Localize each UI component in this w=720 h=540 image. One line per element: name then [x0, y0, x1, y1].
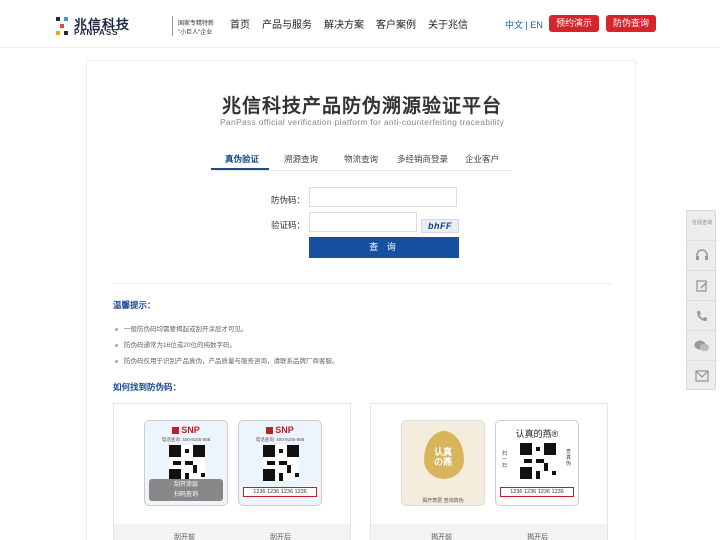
revealed-code: 1236 1236 1236 1236 — [243, 487, 317, 497]
snp-label-before: SNP 电话查询: 400-8155-888 刮开涂层 扫码查询 — [144, 420, 228, 506]
bird-label-title: 认真的燕® — [515, 429, 559, 439]
caption-after: 揭开后 — [527, 534, 548, 540]
snp-brand: SNP — [145, 425, 227, 435]
tips-title: 温馨提示： — [113, 300, 156, 310]
book-demo-button[interactable]: 预约演示 — [549, 15, 599, 32]
section-divider — [113, 283, 611, 284]
nav-about[interactable]: 关于兆信 — [428, 16, 468, 31]
nav-home[interactable]: 首页 — [230, 16, 250, 31]
swiss-flag-icon — [266, 427, 274, 435]
floating-sidebar: 在线咨询 — [686, 210, 717, 391]
gold-label-text: 认真 の燕 — [433, 447, 452, 467]
nav-solutions[interactable]: 解决方案 — [324, 16, 364, 31]
caption-before: 揭开前 — [431, 534, 452, 540]
tab-logistics[interactable]: 物流查询 — [344, 153, 378, 165]
nav-products[interactable]: 产品与服务 — [262, 16, 312, 31]
logo-mark-icon — [56, 17, 68, 35]
logo[interactable]: 兆信科技 PANPASS 国家专精特新 "小巨人"企业 — [54, 14, 214, 38]
tab-trace[interactable]: 溯源查询 — [284, 153, 318, 165]
peel-sample-box: 认真 の燕 揭开表层 查询真伪 认真的燕® 扫一扫 查真伪 1236 1236 1… — [370, 403, 608, 540]
page-title: 兆信科技产品防伪溯源验证平台 — [221, 96, 502, 117]
verification-card: 兆信科技产品防伪溯源验证平台 PanPass official verifica… — [86, 60, 636, 540]
snp-label-after: SNP 电话查询: 400-8155-888 1236 1236 1236 12… — [238, 420, 322, 506]
tab-enterprise[interactable]: 企业客户 — [465, 153, 499, 165]
caption-before: 刮开前 — [174, 534, 195, 540]
logo-tagline-2: "小巨人"企业 — [178, 30, 213, 36]
tip-text: 防伪码仅用于识别产品真伪，产品质量与服务咨询，请联系品牌厂商客服。 — [124, 358, 339, 365]
anti-fake-check-button[interactable]: 防伪查询 — [606, 15, 656, 32]
bullet-icon — [115, 343, 118, 347]
active-tab-indicator — [211, 168, 269, 170]
message-button[interactable] — [687, 271, 717, 301]
nav-cases[interactable]: 客户案例 — [376, 16, 416, 31]
verify-label: 验证码： — [270, 220, 305, 230]
anti-fake-code-input[interactable] — [309, 187, 457, 207]
qr-code-icon — [263, 445, 299, 481]
qr-code-icon — [520, 443, 556, 479]
scratch-layer: 刮开涂层 扫码查询 — [149, 479, 223, 501]
logo-separator — [172, 16, 173, 36]
edit-icon — [687, 271, 717, 301]
headset-button[interactable] — [687, 241, 717, 271]
tab-distributor-login[interactable]: 多经销商登录 — [397, 153, 448, 165]
main-nav: 首页 产品与服务 解决方案 客户案例 关于兆信 — [230, 16, 480, 31]
logo-tagline-1: 国家专精特新 — [178, 21, 215, 27]
query-button[interactable]: 查 询 — [309, 237, 459, 258]
snp-phone: 电话查询: 400-8155-888 — [161, 437, 211, 442]
captcha-image[interactable]: bhFF — [421, 219, 459, 233]
caption-strip — [371, 524, 607, 540]
bird-label-side-left: 扫一扫 — [502, 451, 508, 469]
caption-after: 刮开后 — [270, 534, 291, 540]
logo-text-en: PANPASS — [74, 28, 119, 37]
language-switch[interactable]: 中文 | EN — [505, 18, 543, 31]
headset-icon — [687, 241, 717, 271]
bullet-icon — [115, 359, 118, 363]
online-consult-button[interactable]: 在线咨询 — [687, 211, 717, 241]
swiss-flag-icon — [172, 427, 180, 435]
gold-label-foot: 揭开表层 查询真伪 — [422, 498, 464, 504]
howto-title: 如何找到防伪码： — [113, 382, 182, 392]
site-header: 兆信科技 PANPASS 国家专精特新 "小巨人"企业 首页 产品与服务 解决方… — [0, 0, 720, 48]
gold-label-before: 认真 の燕 揭开表层 查询真伪 — [401, 420, 485, 506]
wechat-icon — [687, 331, 717, 361]
tip-text: 一般防伪码均需要揭起或刮开涂层才可见。 — [124, 326, 248, 333]
bullet-icon — [115, 327, 118, 331]
snp-brand: SNP — [239, 425, 321, 435]
qr-code-icon — [169, 445, 205, 481]
tip-item: 防伪码通常为16位或20位的纯数字码。 — [115, 339, 236, 349]
tip-item: 一般防伪码均需要揭起或刮开涂层才可见。 — [115, 323, 248, 333]
phone-button[interactable] — [687, 301, 717, 331]
bird-label-after: 认真的燕® 扫一扫 查真伪 1236 1236 1236 1236 — [495, 420, 579, 506]
revealed-code: 1236 1236 1236 1236 — [500, 487, 574, 497]
wechat-button[interactable] — [687, 331, 717, 361]
bird-label-side-right: 查真伪 — [566, 449, 572, 467]
tab-authenticity[interactable]: 真伪验证 — [225, 153, 259, 165]
phone-icon — [687, 301, 717, 331]
caption-strip — [114, 524, 350, 540]
captcha-input[interactable] — [309, 212, 417, 232]
page-subtitle: PanPass official verification platform f… — [219, 117, 505, 127]
query-tabs: 真伪验证 溯源查询 物流查询 多经销商登录 企业客户 — [211, 149, 511, 171]
code-label: 防伪码： — [270, 195, 305, 205]
snp-phone: 电话查询: 400-8155-888 — [255, 437, 305, 442]
mail-icon — [687, 361, 717, 391]
tip-text: 防伪码通常为16位或20位的纯数字码。 — [124, 342, 236, 349]
mail-button[interactable] — [687, 361, 717, 391]
scratch-sample-box: SNP 电话查询: 400-8155-888 刮开涂层 扫码查询 SNP 电话查询… — [113, 403, 351, 540]
tip-item: 防伪码仅用于识别产品真伪，产品质量与服务咨询，请联系品牌厂商客服。 — [115, 355, 339, 365]
